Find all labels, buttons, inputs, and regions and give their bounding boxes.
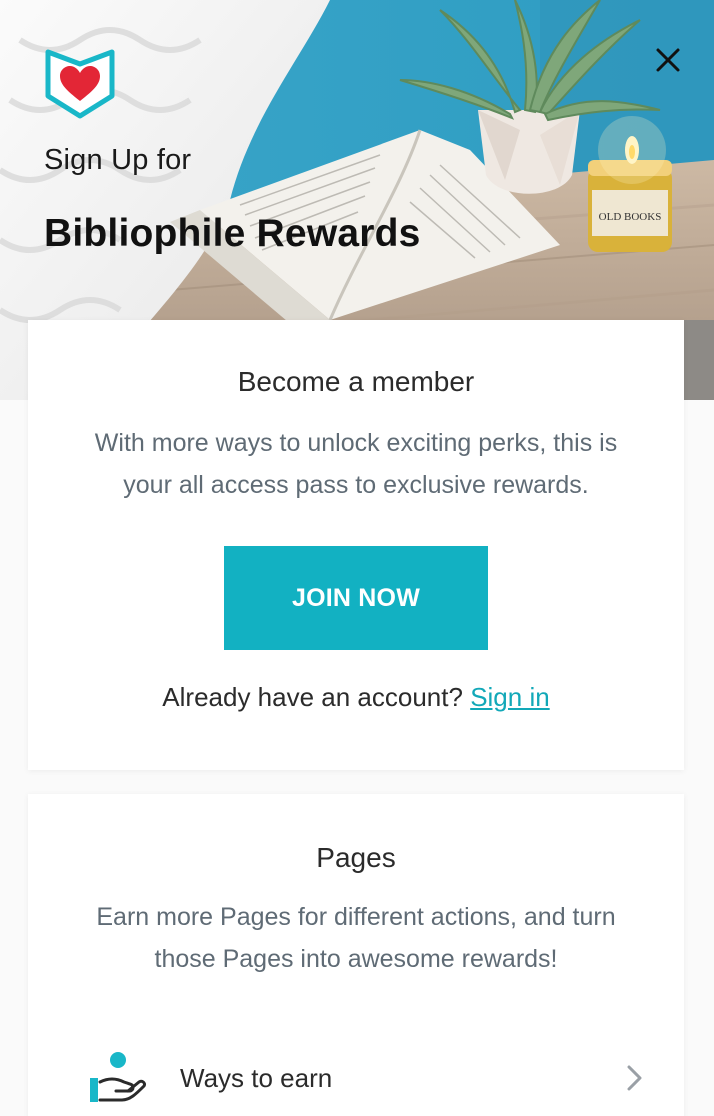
member-card-title: Become a member: [237, 366, 475, 397]
page-subtitle: Sign Up for: [44, 144, 192, 176]
signin-row: Already have an account? Sign in: [28, 682, 684, 713]
join-now-button[interactable]: JOIN NOW: [224, 546, 488, 650]
pages-card: Pages Earn more Pages for different acti…: [28, 794, 684, 1116]
pages-card-title: Pages: [316, 842, 396, 873]
candle-label: OLD BOOKS: [599, 211, 662, 223]
heart-shield-icon: [44, 46, 116, 120]
member-card-description: With more ways to unlock exciting perks,…: [94, 429, 618, 499]
member-card: Become a member With more ways to unlock…: [28, 320, 684, 770]
chevron-right-icon: [624, 1063, 646, 1093]
page-title: Bibliophile Rewards: [44, 212, 421, 255]
hand-coin-icon: [86, 1048, 150, 1108]
ways-to-earn-label: Ways to earn: [180, 1062, 333, 1093]
signin-prompt: Already have an account?: [162, 682, 463, 712]
signin-link[interactable]: Sign in: [470, 682, 550, 712]
rewards-signup-panel: OLD BOOKS Sign Up for Bibliophile Reward…: [0, 0, 714, 1116]
ways-to-earn-item[interactable]: Ways to earn: [86, 1046, 646, 1110]
pages-card-description: Earn more Pages for different actions, a…: [96, 903, 616, 973]
close-icon[interactable]: [650, 42, 686, 78]
